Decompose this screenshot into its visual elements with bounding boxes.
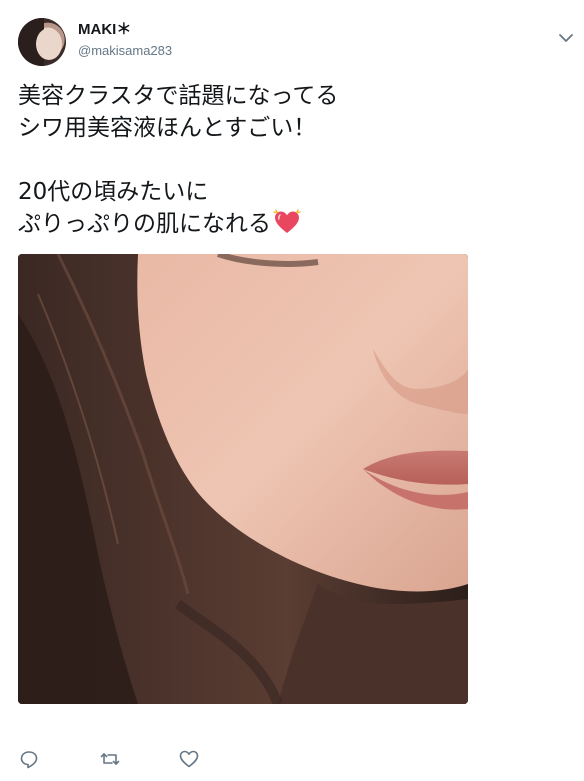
tweet-card: MAKI＊ @makisama283 美容クラスタで話題になってる シワ用美容液… [0, 0, 584, 781]
photo-closeup-face-icon [18, 254, 468, 704]
chevron-down-icon[interactable] [557, 32, 575, 44]
tweet-photo[interactable] [18, 254, 468, 704]
tweet-text-line: 美容クラスタで話題になってる [18, 83, 339, 109]
tweet-text-line: ぷりっぷりの肌になれる [18, 208, 558, 240]
avatar[interactable] [18, 18, 66, 66]
tweet-text-line: 20代の頃みたいに [18, 179, 209, 205]
tweet-text-line: シワ用美容液ほんとすごい！ [18, 115, 317, 141]
sparkling-heart-icon [273, 209, 301, 233]
like-icon[interactable] [178, 748, 200, 770]
tweet-text: 美容クラスタで話題になってる シワ用美容液ほんとすごい！ 20代の頃みたいに ぷ… [18, 80, 558, 240]
display-name[interactable]: MAKI＊ [78, 20, 172, 40]
author-block[interactable]: MAKI＊ @makisama283 [78, 20, 172, 60]
reply-icon[interactable] [18, 748, 40, 770]
user-handle[interactable]: @makisama283 [78, 42, 172, 60]
retweet-icon[interactable] [99, 748, 121, 770]
